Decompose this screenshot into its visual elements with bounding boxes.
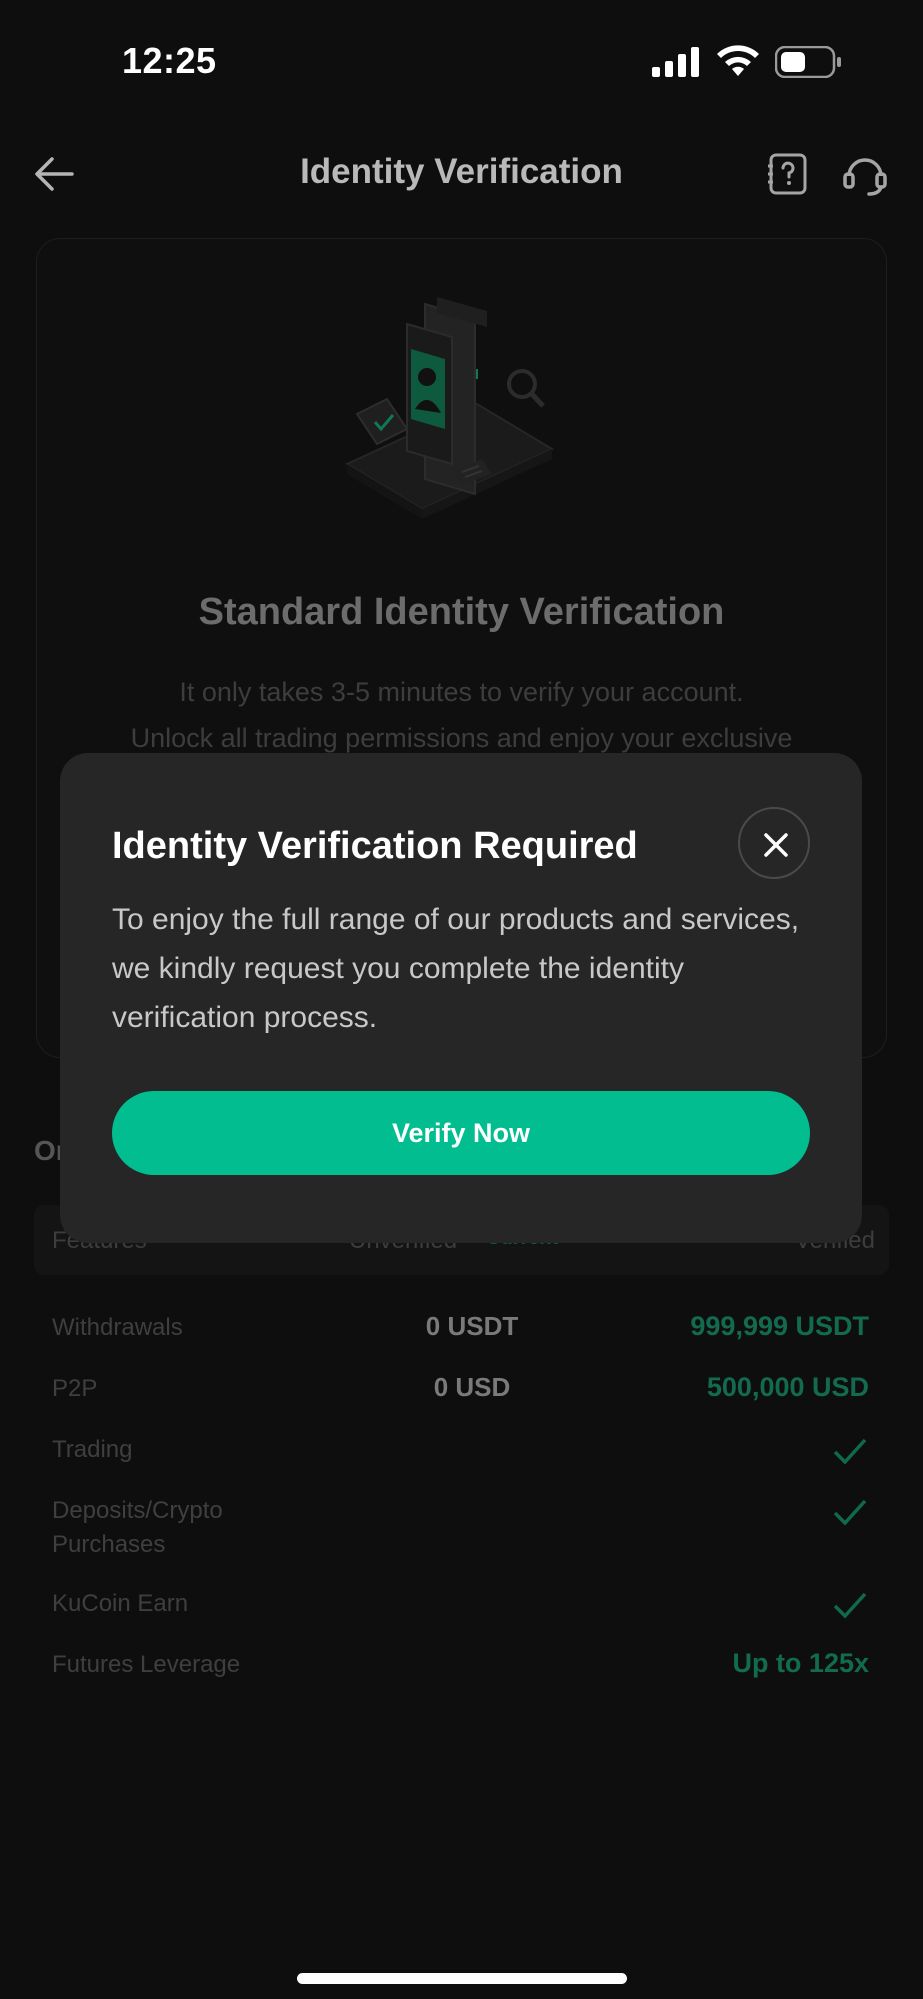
hero-desc-line-1: It only takes 3-5 minutes to verify your… bbox=[179, 677, 744, 707]
cellular-signal-icon bbox=[652, 47, 699, 77]
row-unverified-value: 0 USDT bbox=[425, 1311, 519, 1341]
check-icon bbox=[833, 1592, 867, 1619]
hero-title: Standard Identity Verification bbox=[198, 591, 725, 633]
row-label: Withdrawals bbox=[52, 1314, 183, 1341]
row-verified-value: 500,000 USD bbox=[706, 1372, 869, 1402]
row-unverified-value: 0 USD bbox=[433, 1372, 511, 1402]
close-button[interactable] bbox=[738, 807, 810, 879]
row-label: Futures Leverage bbox=[52, 1651, 241, 1678]
status-time: 12:25 bbox=[122, 40, 217, 81]
nav-header: Identity Verification bbox=[0, 130, 923, 220]
check-icon bbox=[833, 1438, 867, 1465]
home-indicator[interactable] bbox=[297, 1973, 627, 1984]
modal-body-text: To enjoy the full range of our products … bbox=[112, 903, 800, 1034]
id-verification-illustration bbox=[344, 297, 555, 519]
close-icon bbox=[764, 833, 788, 857]
battery-icon bbox=[775, 46, 841, 78]
verify-now-button[interactable]: Verify Now bbox=[112, 1091, 810, 1175]
row-label: P2P bbox=[52, 1375, 98, 1402]
row-label: KuCoin Earn bbox=[52, 1590, 189, 1617]
row-verified-value: 999,999 USDT bbox=[690, 1311, 869, 1341]
row-label: Trading bbox=[52, 1436, 133, 1463]
modal-title: Identity Verification Required bbox=[112, 825, 638, 867]
row-label: Deposits/Crypto Purchases bbox=[52, 1497, 223, 1558]
row-verified-value: Up to 125x bbox=[732, 1648, 869, 1678]
hero-description: It only takes 3-5 minutes to verify your… bbox=[67, 669, 856, 761]
verification-required-modal: Identity Verification Required To enjoy … bbox=[60, 753, 862, 1243]
status-bar: 12:25 bbox=[0, 0, 923, 120]
customer-support-icon[interactable] bbox=[843, 154, 887, 196]
help-document-icon[interactable] bbox=[768, 152, 808, 196]
check-icon bbox=[833, 1499, 867, 1526]
screen: 12:25 Identity Verification Standard Ide… bbox=[0, 0, 923, 1999]
wifi-icon bbox=[717, 45, 759, 76]
